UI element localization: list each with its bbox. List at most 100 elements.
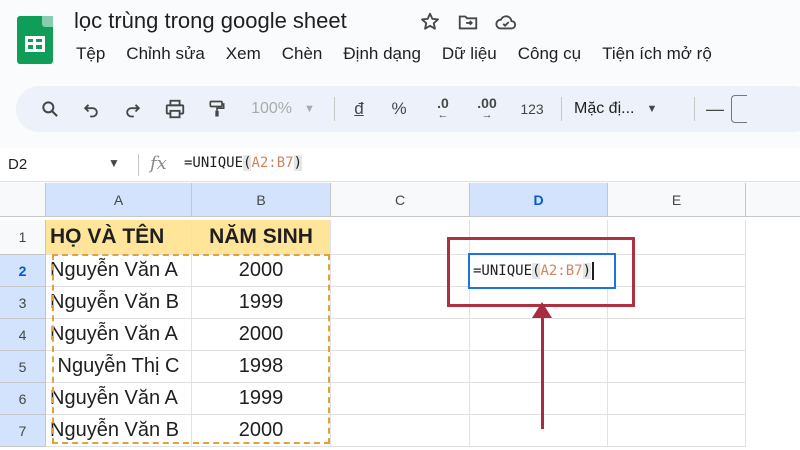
cell-b6[interactable]: 1999 <box>192 383 331 415</box>
row-header-1[interactable]: 1 <box>0 220 46 255</box>
row-header-5[interactable]: 5 <box>0 351 46 383</box>
cell-e7[interactable] <box>608 415 746 447</box>
cell-a2[interactable]: Nguyễn Văn A <box>46 255 192 287</box>
column-header-a[interactable]: A <box>46 183 192 217</box>
percent-format-button[interactable]: % <box>377 86 421 132</box>
cell-e2[interactable] <box>608 255 746 287</box>
increase-decimal-button[interactable]: .00 → <box>465 86 509 132</box>
text-caret <box>592 262 595 280</box>
active-cell-editor-d2[interactable]: =UNIQUE(A2:B7) <box>468 253 616 289</box>
decrease-decimal-label: .0 <box>437 95 449 111</box>
number-format-button[interactable]: 123 <box>509 86 555 132</box>
row-header-6[interactable]: 6 <box>0 383 46 415</box>
cell-c6[interactable] <box>331 383 470 415</box>
select-all-corner[interactable] <box>0 183 46 217</box>
cell-a1[interactable]: HỌ VÀ TÊN <box>46 220 192 255</box>
font-size-box <box>731 95 747 123</box>
zoom-select[interactable]: 100% ▼ <box>238 86 328 132</box>
cell-c2[interactable] <box>331 255 470 287</box>
row-header-7[interactable]: 7 <box>0 415 46 447</box>
menu-insert[interactable]: Chèn <box>282 44 323 64</box>
font-size-input[interactable] <box>729 86 749 132</box>
cell-b4[interactable]: 2000 <box>192 319 331 351</box>
print-icon[interactable] <box>154 86 196 132</box>
decrease-decimal-button[interactable]: .0 ← <box>421 86 465 132</box>
cell-c3[interactable] <box>331 287 470 319</box>
increase-decimal-label: .00 <box>477 95 497 111</box>
toolbar-divider <box>694 97 695 121</box>
number-format-label: 123 <box>520 101 544 117</box>
font-family-select[interactable]: Mặc đị... ▼ <box>568 86 688 132</box>
menu-bar: Tệp Chỉnh sửa Xem Chèn Định dạng Dữ liệu… <box>76 44 733 64</box>
formula-function: =UNIQUE <box>184 155 244 171</box>
star-icon[interactable] <box>418 10 442 34</box>
cloud-status-icon[interactable] <box>494 10 518 34</box>
cell-a5[interactable]: Nguyễn Thị C <box>46 351 192 383</box>
sheets-logo-icon[interactable] <box>17 16 53 64</box>
formula-input[interactable]: =UNIQUE(A2:B7) <box>184 155 303 171</box>
cell-a3[interactable]: Nguyễn Văn B <box>46 287 192 319</box>
column-header-d[interactable]: D <box>470 183 608 217</box>
column-header-c[interactable]: C <box>331 183 470 217</box>
cell-b2[interactable]: 2000 <box>192 255 331 287</box>
cell-c4[interactable] <box>331 319 470 351</box>
menu-format[interactable]: Định dạng <box>343 44 421 64</box>
row-header-3[interactable]: 3 <box>0 287 46 319</box>
column-header-b[interactable]: B <box>192 183 331 217</box>
redo-icon[interactable] <box>112 86 154 132</box>
formula-bar-divider <box>138 154 139 176</box>
toolbar-divider <box>561 97 562 121</box>
cell-c5[interactable] <box>331 351 470 383</box>
arrow-left-icon: ← <box>437 109 449 121</box>
cell-d7[interactable] <box>470 415 608 447</box>
row-header-4[interactable]: 4 <box>0 319 46 351</box>
name-box[interactable]: D2 <box>8 156 27 173</box>
cell-d6[interactable] <box>470 383 608 415</box>
cell-a7[interactable]: Nguyễn Văn B <box>46 415 192 447</box>
currency-format-button[interactable]: đ <box>341 86 377 132</box>
editor-function: =UNIQUE <box>473 263 533 279</box>
cell-b5[interactable]: 1998 <box>192 351 331 383</box>
menu-data[interactable]: Dữ liệu <box>442 44 497 64</box>
menu-tools[interactable]: Công cụ <box>518 44 581 64</box>
cell-c1[interactable] <box>331 220 470 255</box>
cell-e4[interactable] <box>608 319 746 351</box>
column-header-e[interactable]: E <box>608 183 746 217</box>
cell-a4[interactable]: Nguyễn Văn A <box>46 319 192 351</box>
decrease-font-size-button[interactable]: — <box>701 86 729 132</box>
document-title[interactable]: lọc trùng trong google sheet <box>74 8 347 34</box>
cell-b1[interactable]: NĂM SINH <box>192 220 331 255</box>
formula-bar: D2 ▼ fx =UNIQUE(A2:B7) <box>0 148 800 182</box>
title-actions <box>418 10 518 34</box>
menu-view[interactable]: Xem <box>226 44 261 64</box>
paint-format-icon[interactable] <box>196 86 238 132</box>
menu-file[interactable]: Tệp <box>76 44 105 64</box>
menu-extensions[interactable]: Tiện ích mở rộ <box>602 44 712 64</box>
cell-b3[interactable]: 1999 <box>192 287 331 319</box>
menu-edit[interactable]: Chỉnh sửa <box>126 44 204 64</box>
row-header-2[interactable]: 2 <box>0 255 46 287</box>
toolbar-divider <box>334 97 335 121</box>
currency-label: đ <box>354 99 364 118</box>
cell-c7[interactable] <box>331 415 470 447</box>
annotation-arrow-shaft <box>541 312 544 429</box>
app-header: lọc trùng trong google sheet Tệp Chỉnh s… <box>0 0 800 84</box>
minus-label: — <box>706 98 724 119</box>
name-box-dropdown-icon[interactable]: ▼ <box>108 156 120 170</box>
cell-d1[interactable] <box>470 220 608 255</box>
cell-a6[interactable]: Nguyễn Văn A <box>46 383 192 415</box>
search-menus-icon[interactable] <box>30 86 70 132</box>
zoom-value: 100% <box>251 100 293 117</box>
cell-e6[interactable] <box>608 383 746 415</box>
undo-icon[interactable] <box>70 86 112 132</box>
cell-b7[interactable]: 2000 <box>192 415 331 447</box>
cell-e5[interactable] <box>608 351 746 383</box>
cell-e1[interactable] <box>608 220 746 255</box>
cell-e3[interactable] <box>608 287 746 319</box>
move-folder-icon[interactable] <box>456 10 480 34</box>
column-header-f[interactable] <box>746 183 800 217</box>
editor-paren-close: ) <box>582 263 592 279</box>
cell-d4[interactable] <box>470 319 608 351</box>
cell-d5[interactable] <box>470 351 608 383</box>
percent-label: % <box>391 99 407 118</box>
